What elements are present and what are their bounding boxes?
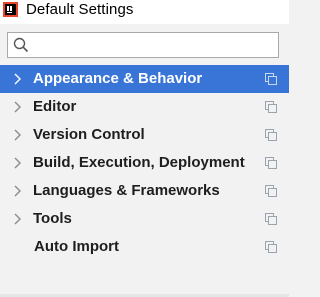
tree-item-label: Build, Execution, Deployment <box>33 154 245 171</box>
copy-settings-icon <box>265 157 277 169</box>
tree-item-label: Appearance & Behavior <box>33 70 203 87</box>
tree-item-label: Tools <box>33 210 72 227</box>
tree-item-version-control[interactable]: Version Control <box>0 121 289 149</box>
copy-settings-icon <box>265 129 277 141</box>
copy-settings-icon <box>265 213 277 225</box>
title-bar: Default Settings <box>0 0 289 24</box>
tree-item-label: Version Control <box>33 126 145 143</box>
tree-item-tools[interactable]: Tools <box>0 205 289 233</box>
settings-window: Default Settings Appearance & Behavior E… <box>0 0 289 297</box>
tree-item-auto-import[interactable]: Auto Import <box>0 233 289 261</box>
intellij-app-icon <box>3 2 18 17</box>
window-title: Default Settings <box>26 1 134 18</box>
copy-settings-icon <box>265 185 277 197</box>
chevron-right-icon[interactable] <box>13 185 23 197</box>
copy-settings-icon <box>265 101 277 113</box>
tree-item-build-execution-deployment[interactable]: Build, Execution, Deployment <box>0 149 289 177</box>
tree-item-label: Auto Import <box>34 238 119 255</box>
search-box[interactable] <box>7 32 279 58</box>
tree-item-editor[interactable]: Editor <box>0 93 289 121</box>
tree-item-label: Languages & Frameworks <box>33 182 220 199</box>
chevron-right-icon[interactable] <box>13 129 23 141</box>
tree-item-label: Editor <box>33 98 77 115</box>
copy-settings-icon <box>265 73 277 85</box>
chevron-right-icon[interactable] <box>13 157 23 169</box>
settings-tree: Appearance & Behavior Editor Version Con… <box>0 65 289 261</box>
tree-item-languages-frameworks[interactable]: Languages & Frameworks <box>0 177 289 205</box>
chevron-right-icon[interactable] <box>13 101 23 113</box>
chevron-right-icon[interactable] <box>13 73 23 85</box>
search-input[interactable] <box>34 35 274 55</box>
tree-item-appearance-behavior[interactable]: Appearance & Behavior <box>0 65 289 93</box>
chevron-right-icon[interactable] <box>13 213 23 225</box>
search-icon <box>13 37 29 53</box>
copy-settings-icon <box>265 241 277 253</box>
